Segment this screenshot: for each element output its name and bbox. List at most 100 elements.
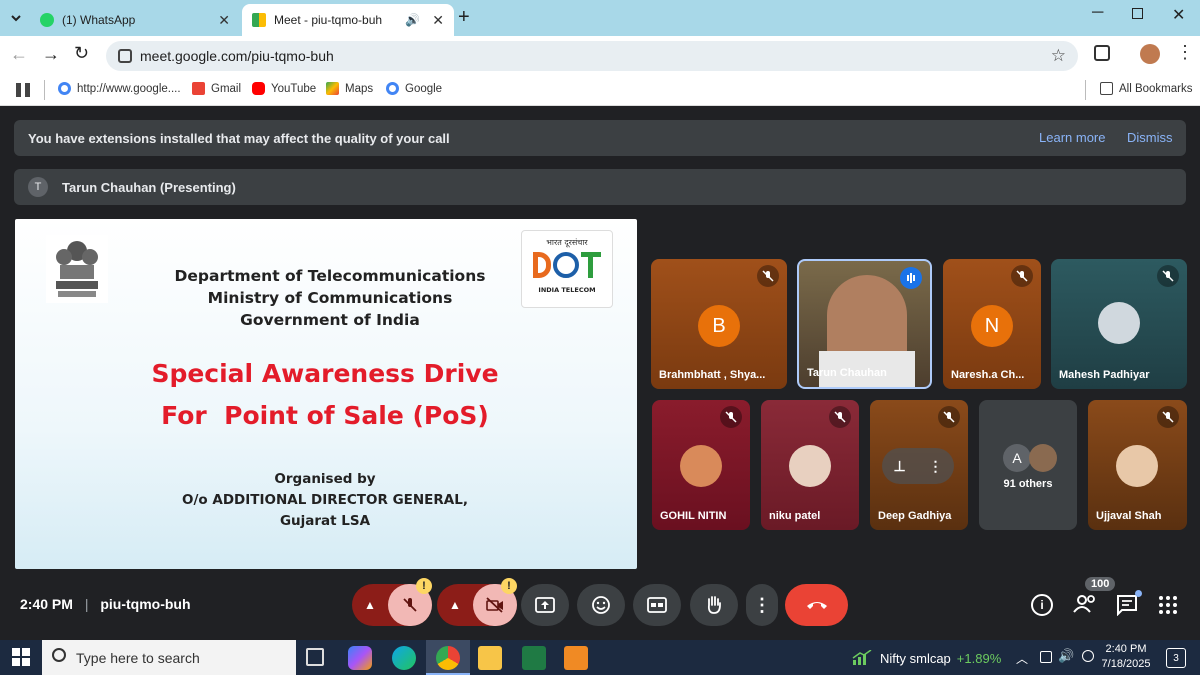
whatsapp-icon: [40, 13, 54, 27]
task-view-button[interactable]: [306, 648, 324, 666]
windows-icon: [12, 648, 30, 666]
taskbar-clock[interactable]: 2:40 PM 7/18/2025: [1100, 642, 1152, 672]
dot-letters: [522, 252, 612, 282]
leave-call-button[interactable]: [785, 584, 848, 626]
close-icon[interactable]: ✕: [432, 12, 444, 29]
present-screen-button[interactable]: [521, 584, 569, 626]
language-icon[interactable]: [1082, 650, 1094, 662]
captions-button[interactable]: [633, 584, 681, 626]
all-bookmarks-button[interactable]: All Bookmarks: [1100, 82, 1193, 95]
app-icon[interactable]: [564, 646, 588, 670]
bookmark-youtube[interactable]: YouTube: [252, 82, 316, 95]
excel-icon[interactable]: [522, 646, 546, 670]
close-window-button[interactable]: ✕: [1172, 5, 1185, 25]
participant-photo: [789, 445, 831, 487]
dept-line: Department of Telecommunications: [174, 267, 486, 285]
stock-chart-icon: [852, 650, 872, 665]
participant-photo: [1116, 445, 1158, 487]
address-bar[interactable]: meet.google.com/piu-tqmo-buh ☆: [106, 41, 1078, 71]
participant-avatar: N: [971, 305, 1013, 347]
bookmark-maps[interactable]: Maps: [326, 82, 373, 95]
people-icon: [1073, 595, 1095, 613]
dot-logo: भारत दूरसंचार INDIA TELECOM: [521, 230, 613, 308]
meeting-details-button[interactable]: i: [1031, 594, 1053, 616]
network-icon[interactable]: [1040, 651, 1052, 663]
tray-chevron-icon[interactable]: ︿: [1016, 650, 1028, 667]
extensions-button[interactable]: [1094, 45, 1110, 61]
participant-tile[interactable]: GOHIL NITIN: [652, 400, 750, 530]
minimize-button[interactable]: ─: [1092, 4, 1103, 22]
back-button[interactable]: ←: [10, 44, 28, 65]
dismiss-button[interactable]: Dismiss: [1127, 130, 1173, 145]
activities-button[interactable]: [1158, 595, 1178, 615]
avatar[interactable]: [1140, 44, 1160, 64]
participant-tile[interactable]: ⊥ ⋮ Deep Gadhiya: [870, 400, 968, 530]
pin-icon[interactable]: ⊥: [893, 458, 905, 475]
stock-widget[interactable]: Nifty smlcap +1.89%: [852, 650, 1001, 666]
tab-label: Meet - piu-tqmo-buh: [274, 13, 383, 27]
star-icon[interactable]: ☆: [1051, 46, 1066, 66]
more-options-button[interactable]: ⋮: [746, 584, 778, 626]
speaker-icon[interactable]: 🔊: [405, 13, 420, 27]
apps-icon[interactable]: [16, 83, 30, 97]
search-placeholder: Type here to search: [76, 649, 200, 666]
participant-tile-active-speaker[interactable]: Tarun Chauhan: [797, 259, 932, 389]
participant-tile[interactable]: B Brahmbhatt , Shya...: [651, 259, 787, 389]
learn-more-link[interactable]: Learn more: [1039, 130, 1105, 145]
restore-button[interactable]: [1132, 8, 1143, 19]
pin-controls[interactable]: ⊥ ⋮: [882, 448, 954, 484]
bookmark-google-link[interactable]: http://www.google....: [58, 82, 181, 95]
site-info-icon[interactable]: [118, 49, 132, 63]
present-icon: [535, 597, 555, 613]
chrome-taskbar-item[interactable]: [426, 640, 470, 675]
camera-off-icon: [486, 597, 503, 613]
participant-tile[interactable]: niku patel: [761, 400, 859, 530]
people-count-badge: 100: [1085, 577, 1116, 591]
more-vert-icon: ⋮: [753, 594, 771, 615]
reactions-button[interactable]: [577, 584, 625, 626]
chrome-icon: [436, 646, 460, 670]
tab-whatsapp[interactable]: (1) WhatsApp ✕: [30, 4, 240, 36]
close-icon[interactable]: ✕: [218, 12, 230, 29]
mic-off-icon: [720, 406, 742, 428]
gmail-icon: [192, 82, 205, 95]
new-tab-button[interactable]: +: [458, 6, 470, 29]
participant-tile[interactable]: N Naresh.a Ch...: [943, 259, 1041, 389]
file-explorer-icon[interactable]: [478, 646, 502, 670]
participant-photo: [680, 445, 722, 487]
stock-change: +1.89%: [956, 650, 1002, 666]
people-button[interactable]: [1072, 592, 1098, 618]
tab-meet[interactable]: Meet - piu-tqmo-buh 🔊 ✕: [242, 4, 454, 36]
participant-name: GOHIL NITIN: [660, 510, 727, 522]
more-options-icon[interactable]: ⋮: [929, 458, 943, 475]
warning-badge: !: [416, 578, 432, 594]
volume-icon[interactable]: 🔊: [1058, 648, 1074, 664]
chevron-up-icon: ▲: [364, 598, 376, 612]
tab-search-button[interactable]: [6, 8, 26, 28]
mic-off-icon: [403, 598, 417, 612]
video-options-button[interactable]: ▲ !: [437, 578, 517, 626]
taskbar-search[interactable]: Type here to search: [42, 640, 296, 675]
start-button[interactable]: [12, 648, 30, 666]
bookmark-gmail[interactable]: Gmail: [192, 82, 241, 95]
participant-tile[interactable]: Ujjaval Shah: [1088, 400, 1187, 530]
bookmark-google[interactable]: Google: [386, 82, 442, 95]
raise-hand-button[interactable]: [690, 584, 738, 626]
menu-button[interactable]: ⋮: [1176, 42, 1194, 63]
edge-icon[interactable]: [392, 646, 416, 670]
others-tile[interactable]: A 91 others: [979, 400, 1077, 530]
chat-button[interactable]: [1116, 590, 1142, 617]
participant-avatar: B: [698, 305, 740, 347]
title-line-1: Special Awareness Drive: [151, 359, 499, 388]
folder-icon: [1100, 82, 1113, 95]
reload-button[interactable]: ↻: [74, 43, 89, 64]
mic-off-icon: [829, 406, 851, 428]
forward-button[interactable]: →: [42, 44, 60, 65]
url-text: meet.google.com/piu-tqmo-buh: [140, 48, 334, 64]
copilot-icon[interactable]: [348, 646, 372, 670]
notification-button[interactable]: 3: [1166, 648, 1186, 668]
participant-tile[interactable]: Mahesh Padhiyar: [1051, 259, 1187, 389]
logo-text-hindi: भारत दूरसंचार: [546, 238, 588, 247]
audio-options-button[interactable]: ▲ !: [352, 578, 432, 626]
extensions-warning-banner: You have extensions installed that may a…: [14, 120, 1186, 156]
